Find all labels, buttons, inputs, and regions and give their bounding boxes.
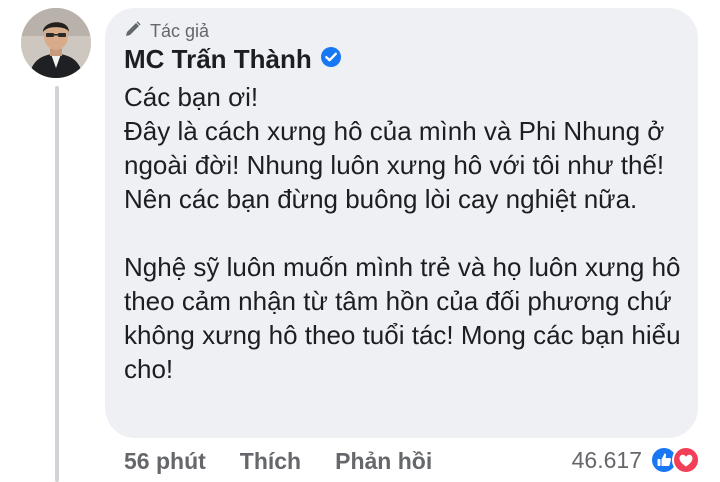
comment-text: Các bạn ơi! Đây là cách xưng hô của mình… [124,82,681,384]
author-badge: Tác giả [124,20,209,43]
comment-timestamp[interactable]: 56 phút [124,448,206,475]
verified-badge-icon [320,44,342,75]
comment-item: Tác giả MC Trấn Thành Các bạn ơi! Đây là… [0,0,720,482]
author-name[interactable]: MC Trấn Thành [124,44,312,75]
like-button[interactable]: Thích [240,448,301,475]
comment-actions: 56 phút Thích Phản hồi [124,448,432,475]
reaction-summary[interactable]: 46.617 [572,446,700,474]
author-name-row: MC Trấn Thành [124,44,342,75]
thread-line [55,86,59,482]
reply-button[interactable]: Phản hồi [335,448,432,475]
pencil-icon [124,20,142,43]
love-reaction-icon [672,446,700,474]
author-badge-label: Tác giả [150,21,210,41]
reaction-count: 46.617 [571,446,642,473]
reaction-icons [650,446,700,474]
avatar[interactable] [21,8,91,78]
